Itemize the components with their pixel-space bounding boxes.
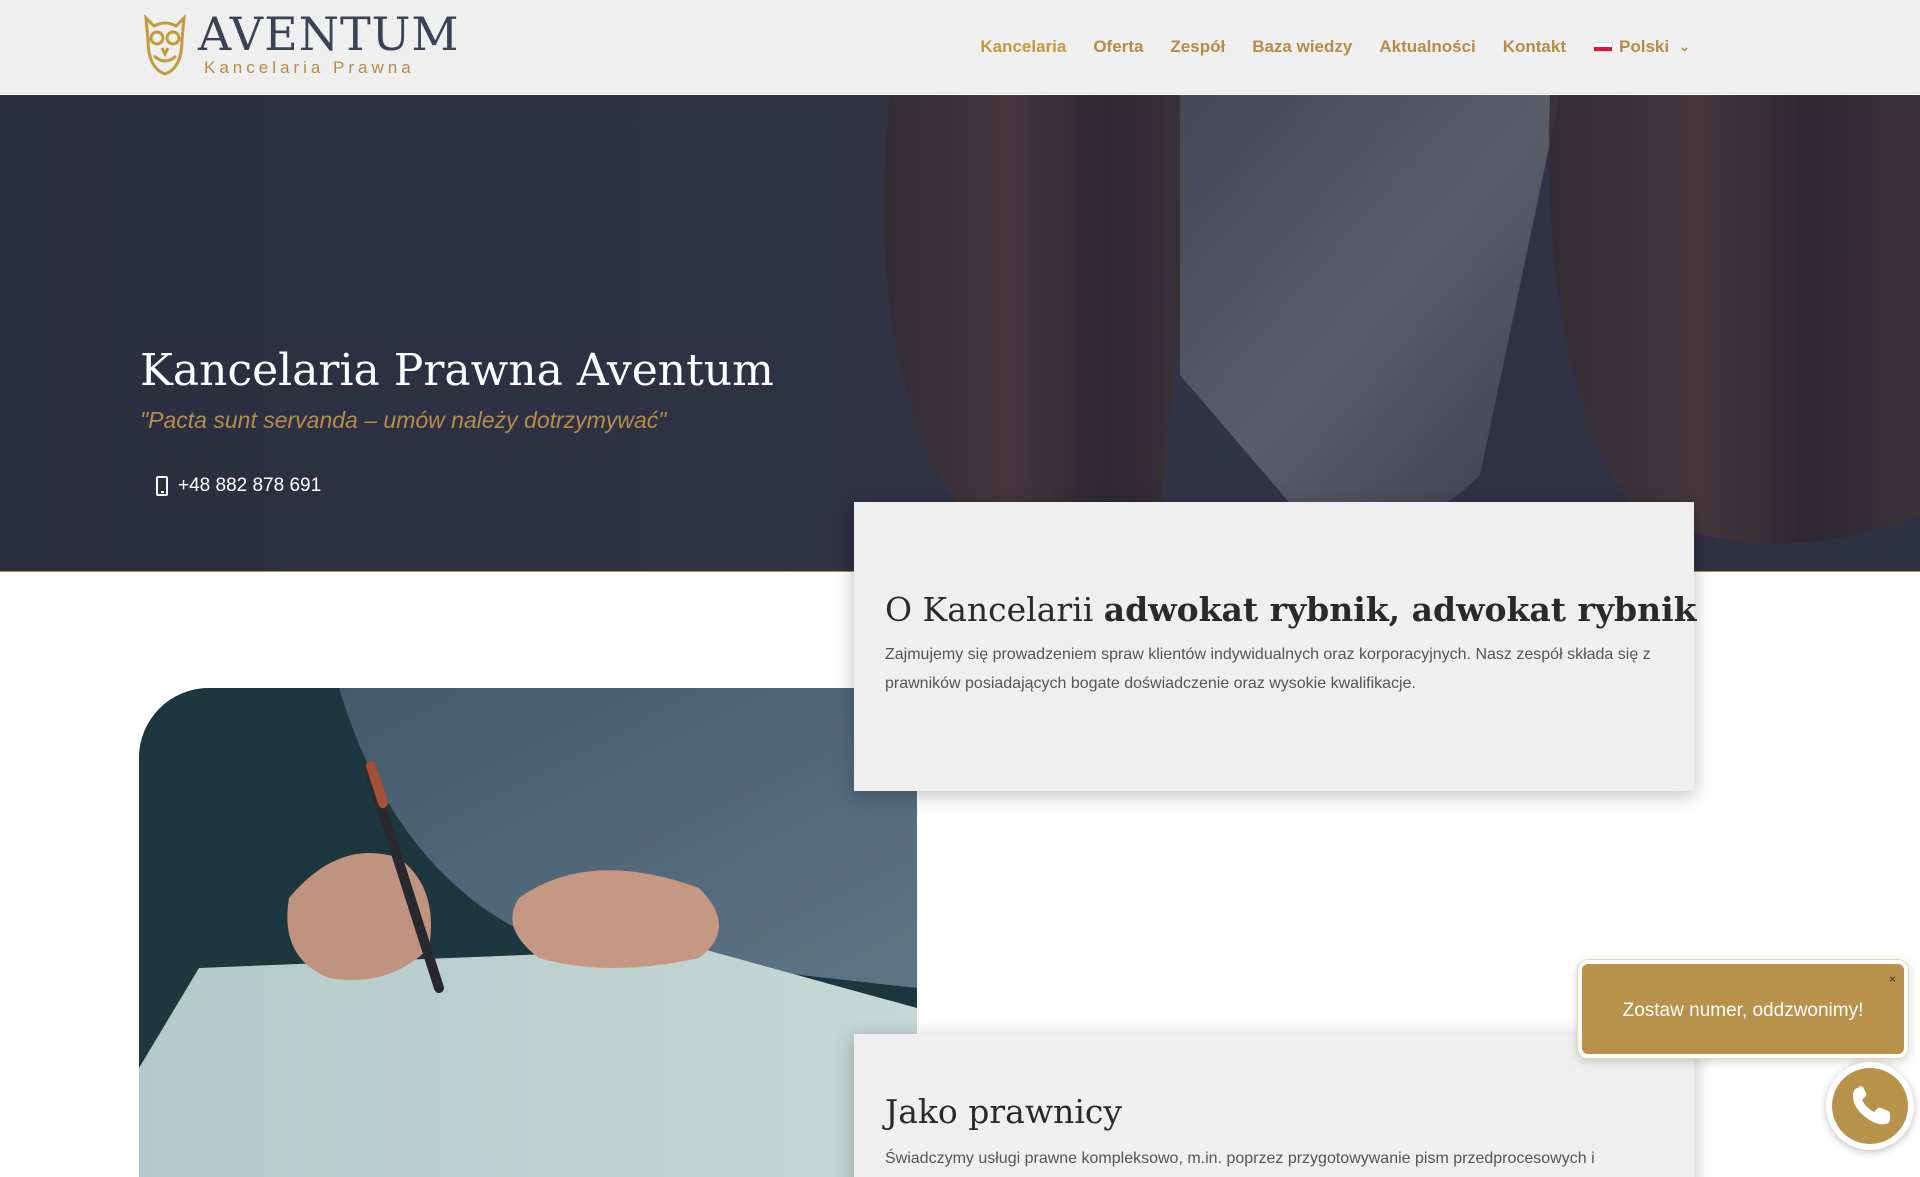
- logo[interactable]: AVENTUM Kancelaria Prawna: [140, 10, 460, 80]
- writing-hand-image: [139, 688, 917, 1177]
- nav-item-zespol[interactable]: Zespół: [1170, 37, 1225, 57]
- language-switcher[interactable]: Polski ⌄: [1593, 37, 1690, 57]
- callback-label: Zostaw numer, oddzwonimy!: [1622, 1000, 1864, 1021]
- nav-item-aktualnosci[interactable]: Aktualności: [1379, 37, 1475, 57]
- call-button-inner: [1832, 1068, 1908, 1144]
- call-button[interactable]: [1826, 1062, 1914, 1150]
- about-text: Zajmujemy się prowadzeniem spraw klientó…: [885, 646, 1651, 692]
- hero-phone-number: +48 882 878 691: [178, 475, 322, 496]
- nav-item-kontakt[interactable]: Kontakt: [1503, 37, 1566, 57]
- about-card: O Kancelarii adwokat rybnik, adwokat ryb…: [854, 502, 1697, 791]
- close-icon[interactable]: ×: [1889, 972, 1896, 986]
- callback-widget[interactable]: × Zostaw numer, oddzwonimy!: [1578, 960, 1908, 1058]
- lawyers-heading: Jako prawnicy: [885, 1092, 1123, 1131]
- site-header: AVENTUM Kancelaria Prawna Kancelaria Ofe…: [0, 0, 1920, 94]
- owl-logo-icon: [144, 14, 186, 76]
- main-nav: Kancelaria Oferta Zespół Baza wiedzy Akt…: [980, 0, 1690, 94]
- mobile-phone-icon: [156, 476, 168, 496]
- hero-quote: "Pacta sunt servanda – umów należy dotrz…: [140, 407, 667, 433]
- about-heading: O Kancelarii adwokat rybnik, adwokat ryb…: [885, 590, 1697, 629]
- lawyers-text: Świadczymy usługi prawne kompleksowo, m.…: [885, 1150, 1595, 1167]
- brand-name: AVENTUM: [198, 7, 460, 61]
- hero-section: Kancelaria Prawna Aventum "Pacta sunt se…: [0, 95, 1920, 572]
- hero-title: Kancelaria Prawna Aventum: [140, 345, 774, 396]
- hero-phone-link[interactable]: +48 882 878 691: [156, 475, 321, 497]
- about-heading-bold: adwokat rybnik, adwokat rybnik: [1103, 590, 1697, 629]
- nav-item-baza-wiedzy[interactable]: Baza wiedzy: [1252, 37, 1352, 57]
- writing-hand-photo: [139, 688, 917, 1177]
- flag-pl-icon: [1593, 42, 1613, 52]
- lawyers-card: Jako prawnicy Świadczymy usługi prawne k…: [854, 1034, 1694, 1177]
- language-label: Polski: [1619, 37, 1670, 56]
- phone-handset-icon: [1852, 1086, 1890, 1125]
- nav-item-oferta[interactable]: Oferta: [1093, 37, 1143, 57]
- about-heading-light: O Kancelarii: [885, 590, 1104, 629]
- chevron-down-icon: ⌄: [1679, 39, 1690, 54]
- nav-item-kancelaria[interactable]: Kancelaria: [980, 37, 1066, 57]
- gavel-background-image: [780, 95, 1920, 571]
